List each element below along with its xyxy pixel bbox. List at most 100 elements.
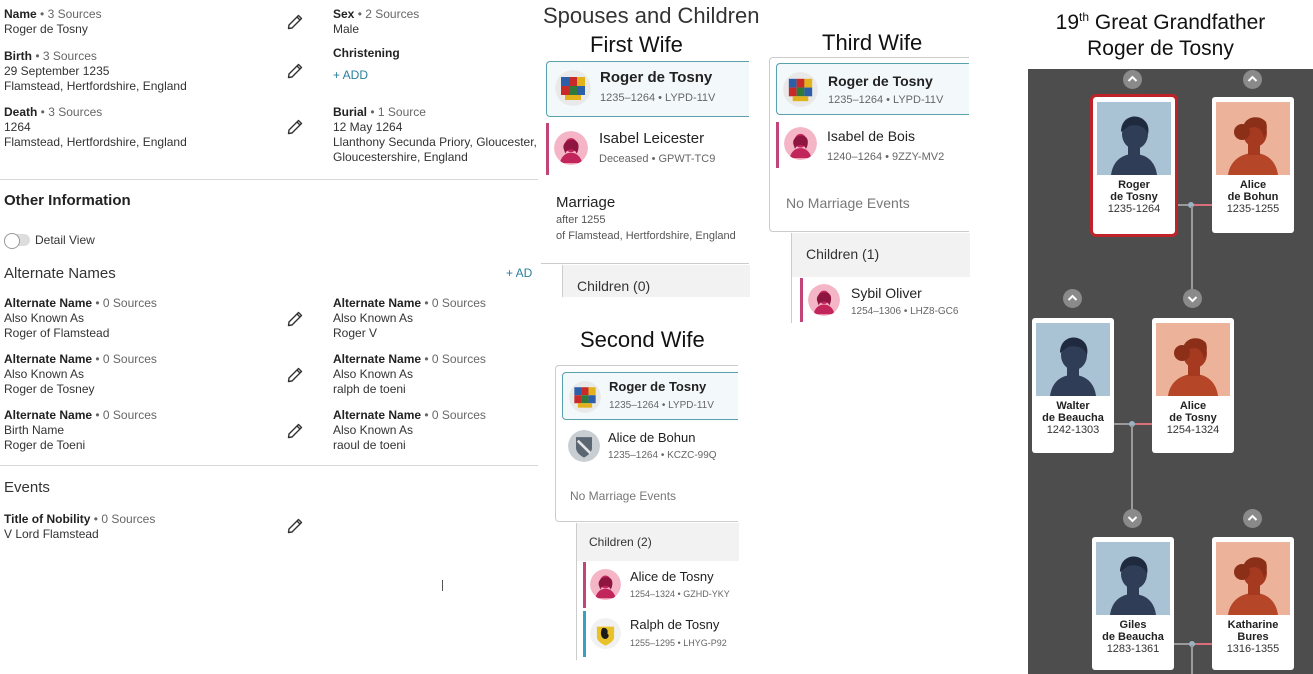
- divider: [0, 179, 538, 180]
- person-years: 1242-1303: [1046, 424, 1100, 436]
- wife-row[interactable]: Isabel Leicester Deceased • GPWT-TC9: [546, 123, 749, 175]
- person-years: 1254-1324: [1166, 424, 1220, 436]
- source-count[interactable]: 3 Sources: [48, 7, 102, 21]
- tree-person-roger-de-tosny[interactable]: Roger de Tosny 1235-1264: [1090, 94, 1178, 237]
- expand-up-chevron-icon[interactable]: [1123, 70, 1142, 89]
- child-row[interactable]: Alice de Tosny 1254–1324 • GZHD-YKY: [583, 562, 738, 608]
- source-count[interactable]: 2 Sources: [365, 7, 419, 21]
- alternate-name: Alternate Name • 0 Sources Also Known As…: [333, 352, 486, 396]
- first-wife-family-card: Roger de Tosny 1235–1264 • LYPD-11V Isab…: [541, 57, 749, 264]
- person-meta: 1235–1264 • LYPD-11V: [828, 94, 944, 106]
- source-count[interactable]: 0 Sources: [432, 352, 486, 366]
- person-name[interactable]: Isabel de Bois: [827, 128, 915, 144]
- person-name[interactable]: Alice de Tosny: [630, 569, 714, 584]
- person-meta: 1235–1264 • KCZC-99Q: [608, 450, 717, 461]
- detail-view-toggle[interactable]: [4, 233, 30, 249]
- vital-place: Flamstead, Hertfordshire, England: [4, 135, 187, 149]
- source-count[interactable]: 0 Sources: [103, 352, 157, 366]
- person-name[interactable]: Alice de Bohun: [608, 430, 695, 445]
- tree-person-giles-de-beaucha[interactable]: Giles de Beaucha 1283-1361: [1092, 537, 1174, 670]
- collapse-down-chevron-icon[interactable]: [1123, 509, 1142, 528]
- divider: [0, 465, 538, 466]
- person-meta: 1254–1306 • LHZ8-GC6: [851, 306, 959, 317]
- source-count[interactable]: 0 Sources: [432, 408, 486, 422]
- vital-label: Title of Nobility: [4, 512, 91, 526]
- edit-death-pencil-icon[interactable]: [287, 119, 303, 135]
- husband-row[interactable]: Roger de Tosny 1235–1264 • LYPD-11V: [562, 372, 738, 420]
- add-christening-link[interactable]: + ADD: [333, 68, 368, 82]
- children-count[interactable]: Children (2): [577, 523, 739, 561]
- edit-alt-name-pencil-icon[interactable]: [287, 311, 303, 327]
- source-count[interactable]: 0 Sources: [432, 296, 486, 310]
- name-value: raoul de toeni: [333, 438, 406, 452]
- descent-line: [1131, 425, 1133, 518]
- person-last-name: de Tosny: [1110, 191, 1158, 203]
- name-type: Also Known As: [4, 311, 85, 325]
- vital-label: Christening: [333, 46, 400, 60]
- vital-label: Alternate Name: [4, 408, 93, 422]
- edit-birth-pencil-icon[interactable]: [287, 63, 303, 79]
- collapse-down-chevron-icon[interactable]: [1183, 289, 1202, 308]
- edit-alt-name-pencil-icon[interactable]: [287, 423, 303, 439]
- edit-alt-name-pencil-icon[interactable]: [287, 367, 303, 383]
- edit-event-pencil-icon[interactable]: [287, 518, 303, 534]
- person-first-name: Alice: [1239, 179, 1267, 191]
- expand-up-chevron-icon[interactable]: [1243, 70, 1262, 89]
- source-count[interactable]: 0 Sources: [103, 408, 157, 422]
- person-meta: 1254–1324 • GZHD-YKY: [630, 589, 730, 599]
- male-silhouette-icon: [1096, 542, 1170, 615]
- name-value: Roger de Tosney: [4, 382, 95, 396]
- marriage-label[interactable]: Marriage: [556, 194, 615, 211]
- tree-person-alice-de-bohun[interactable]: Alice de Bohun 1235-1255: [1212, 97, 1294, 233]
- person-name[interactable]: Roger de Tosny: [600, 69, 712, 86]
- source-count[interactable]: 1 Source: [378, 105, 426, 119]
- alternate-name: Alternate Name • 0 Sources Also Known As…: [4, 296, 157, 340]
- children-count[interactable]: Children (0): [563, 265, 750, 297]
- name-type: Also Known As: [4, 367, 85, 381]
- wife-row[interactable]: Isabel de Bois 1240–1264 • 9ZZY-MV2: [776, 122, 969, 168]
- edit-name-pencil-icon[interactable]: [287, 14, 303, 30]
- alternate-name: Alternate Name • 0 Sources Birth Name Ro…: [4, 408, 157, 452]
- vital-death: Death • 3 Sources 1264 Flamstead, Hertfo…: [4, 105, 187, 149]
- husband-row[interactable]: Roger de Tosny 1235–1264 • LYPD-11V: [776, 63, 969, 115]
- person-name[interactable]: Isabel Leicester: [599, 130, 704, 147]
- person-name[interactable]: Roger de Tosny: [609, 379, 706, 394]
- person-last-name: de Tosny: [1169, 412, 1217, 424]
- tree-person-walter-de-beaucha[interactable]: Walter de Beaucha 1242-1303: [1032, 318, 1114, 453]
- person-last-name: de Bohun: [1227, 191, 1279, 203]
- children-count[interactable]: Children (1): [792, 233, 970, 277]
- vital-date: 29 September 1235: [4, 64, 110, 78]
- person-last-name: de Beaucha: [1102, 631, 1164, 643]
- person-name[interactable]: Sybil Oliver: [851, 285, 922, 301]
- coat-of-arms-icon: [569, 381, 601, 413]
- person-first-name: Giles: [1119, 619, 1147, 631]
- person-years: 1235-1255: [1226, 203, 1280, 215]
- person-name[interactable]: Roger de Tosny: [828, 73, 933, 89]
- female-silhouette-icon: [1156, 323, 1230, 396]
- person-meta: 1240–1264 • 9ZZY-MV2: [827, 151, 945, 163]
- tree-person-alice-de-tosny[interactable]: Alice de Tosny 1254-1324: [1152, 318, 1234, 453]
- person-first-name: Roger: [1118, 179, 1150, 191]
- source-count[interactable]: 3 Sources: [43, 49, 97, 63]
- source-count[interactable]: 3 Sources: [48, 105, 102, 119]
- vital-value: Male: [333, 22, 360, 36]
- female-avatar-icon: [554, 131, 588, 165]
- name-type: Also Known As: [333, 423, 414, 437]
- female-bar: [776, 122, 779, 168]
- tree-title-number: 19: [1055, 11, 1080, 34]
- source-count[interactable]: 0 Sources: [103, 296, 157, 310]
- child-row[interactable]: Ralph de Tosny 1255–1295 • LHYG-P92: [583, 611, 738, 657]
- couple-line: [1133, 423, 1152, 425]
- coat-of-arms-icon: [555, 70, 591, 106]
- expand-up-chevron-icon[interactable]: [1063, 289, 1082, 308]
- husband-row[interactable]: Roger de Tosny 1235–1264 • LYPD-11V: [546, 61, 749, 117]
- vital-label: Alternate Name: [4, 296, 93, 310]
- tree-person-katharine-bures[interactable]: Katharine Bures 1316-1355: [1212, 537, 1294, 670]
- person-name[interactable]: Ralph de Tosny: [630, 617, 719, 632]
- children-section: Children (0): [562, 265, 750, 297]
- source-count[interactable]: 0 Sources: [101, 512, 155, 526]
- wife-row[interactable]: Alice de Bohun 1235–1264 • KCZC-99Q: [562, 426, 738, 468]
- expand-up-chevron-icon[interactable]: [1243, 509, 1262, 528]
- child-row[interactable]: Sybil Oliver 1254–1306 • LHZ8-GC6: [800, 278, 969, 322]
- add-alternate-name-link[interactable]: + AD: [506, 266, 532, 280]
